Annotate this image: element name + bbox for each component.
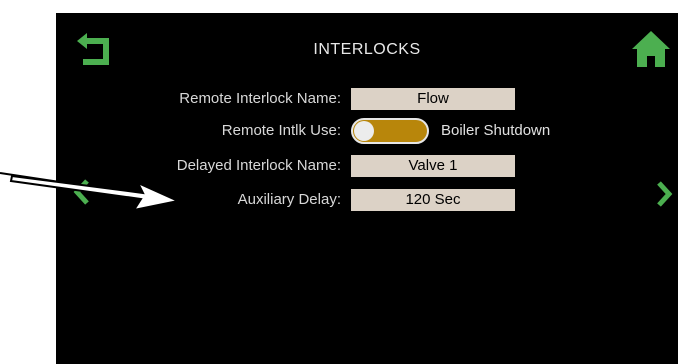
touch-screen: INTERLOCKS Remote Interlock Name: Flow R… bbox=[56, 13, 678, 364]
setting-label: Remote Intlk Use: bbox=[221, 122, 341, 139]
remote-intlk-use-row: Remote Intlk Use: Boiler Shutdown bbox=[56, 118, 678, 144]
remote-intlk-use-toggle[interactable] bbox=[351, 118, 429, 144]
setting-label: Auxiliary Delay: bbox=[237, 191, 341, 208]
toggle-knob bbox=[354, 121, 374, 141]
setting-label: Remote Interlock Name: bbox=[179, 90, 341, 107]
auxiliary-delay-row: Auxiliary Delay: 120 Sec bbox=[56, 189, 678, 211]
home-button[interactable] bbox=[630, 28, 672, 70]
toggle-value-label: Boiler Shutdown bbox=[441, 122, 551, 139]
delayed-interlock-name-field[interactable]: Valve 1 bbox=[351, 155, 515, 177]
delayed-interlock-name-row: Delayed Interlock Name: Valve 1 bbox=[56, 155, 678, 177]
remote-interlock-name-field[interactable]: Flow bbox=[351, 88, 515, 110]
setting-label: Delayed Interlock Name: bbox=[176, 157, 341, 174]
remote-interlock-name-row: Remote Interlock Name: Flow bbox=[56, 88, 678, 110]
auxiliary-delay-field[interactable]: 120 Sec bbox=[351, 189, 515, 211]
home-icon bbox=[632, 31, 670, 67]
page-title: INTERLOCKS bbox=[313, 41, 421, 58]
